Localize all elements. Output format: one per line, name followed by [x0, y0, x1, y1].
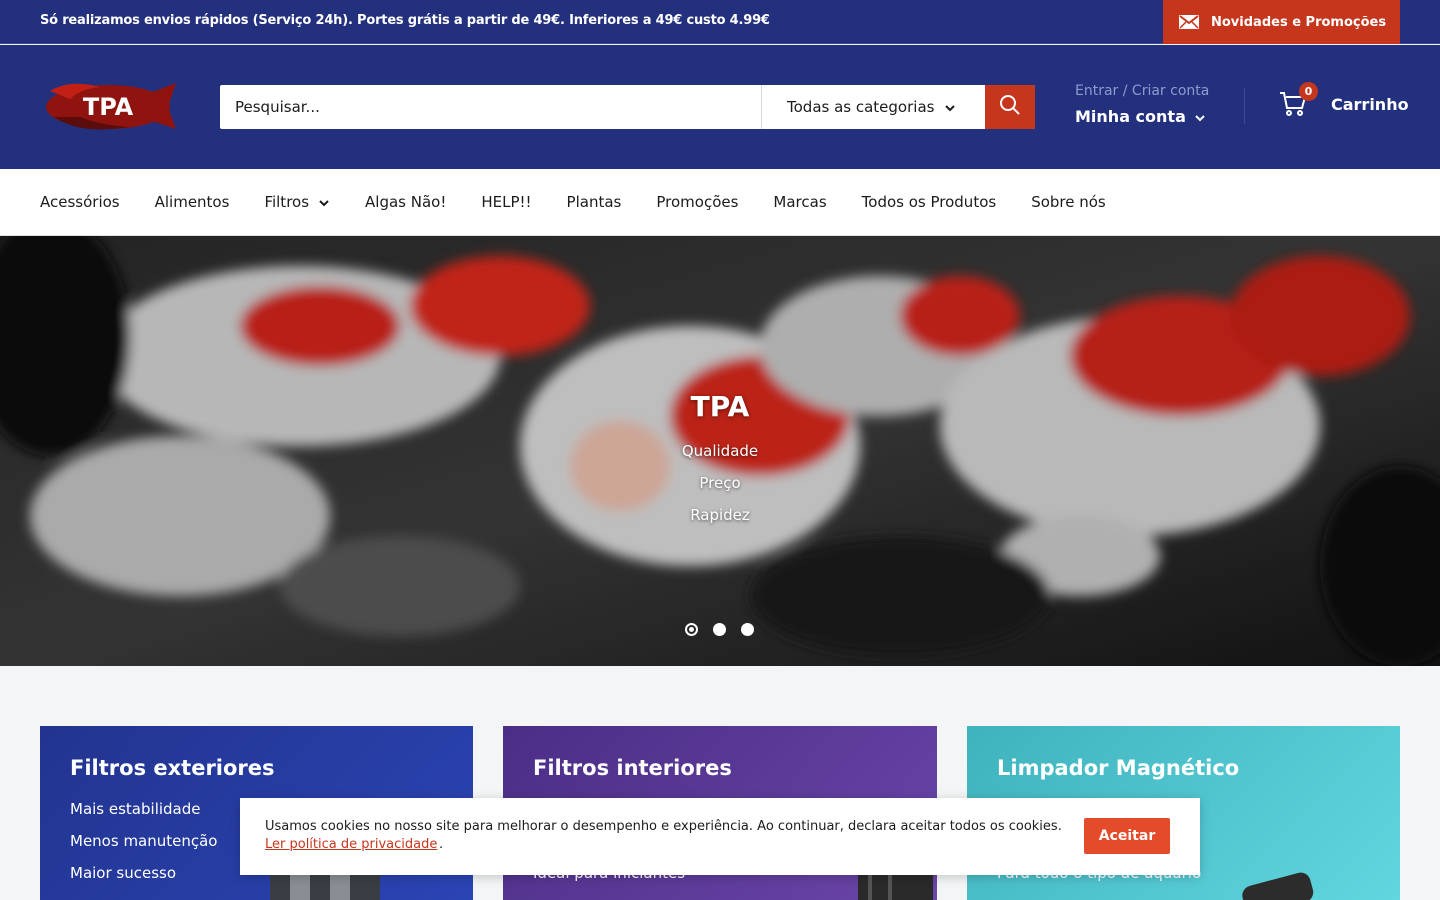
chevron-down-icon — [318, 193, 330, 211]
chevron-down-icon — [1194, 107, 1206, 126]
slide-dot-1[interactable] — [685, 623, 698, 636]
nav-item-filtros[interactable]: Filtros — [264, 193, 330, 211]
cart-button[interactable]: 0 Carrinho — [1279, 82, 1409, 118]
cookie-banner: Usamos cookies no nosso site para melhor… — [240, 798, 1200, 875]
nav-item-help[interactable]: HELP!! — [481, 193, 531, 211]
category-select[interactable]: Todas as categorias — [761, 85, 985, 129]
card-title: Limpador Magnético — [997, 756, 1240, 780]
cookie-period: . — [439, 837, 444, 852]
slide-dot-3[interactable] — [741, 623, 754, 636]
nav-item-promocoes[interactable]: Promoções — [656, 193, 738, 211]
cookie-text: Usamos cookies no nosso site para melhor… — [265, 819, 1062, 834]
news-promotions-label: Novidades e Promoções — [1211, 14, 1387, 30]
nav-item-algas-nao[interactable]: Algas Não! — [365, 193, 446, 211]
cart-count-badge: 0 — [1299, 82, 1318, 101]
cart-label: Carrinho — [1331, 94, 1409, 114]
nav-item-sobre-nos[interactable]: Sobre nós — [1031, 193, 1106, 211]
slide-dot-2[interactable] — [713, 623, 726, 636]
header-divider — [1244, 88, 1245, 124]
accept-cookies-button[interactable]: Aceitar — [1084, 818, 1170, 854]
hero-line-price: Preço — [699, 474, 741, 492]
search-button[interactable] — [985, 85, 1035, 129]
nav-item-filtros-label: Filtros — [264, 193, 310, 211]
site-header: TPA Todas as categorias Entrar / Criar c… — [0, 45, 1440, 169]
slide-dots — [685, 623, 769, 636]
nav-item-plantas[interactable]: Plantas — [567, 193, 622, 211]
hero-title: TPA — [690, 390, 750, 423]
main-nav: Acessórios Alimentos Filtros Algas Não! … — [0, 169, 1440, 236]
hero-line-quality: Qualidade — [681, 442, 759, 460]
hero-slideshow[interactable]: TPA Qualidade Preço Rapidez — [0, 236, 1440, 666]
search-bar: Todas as categorias — [220, 85, 1035, 129]
logo-text: TPA — [83, 93, 134, 121]
announcement-text: Só realizamos envios rápidos (Serviço 24… — [40, 13, 770, 28]
magnet-cleaner-image — [1242, 872, 1314, 900]
card-title: Filtros interiores — [533, 756, 732, 780]
mail-icon — [1179, 15, 1199, 29]
tpa-logo[interactable]: TPA — [40, 77, 178, 137]
nav-item-alimentos[interactable]: Alimentos — [155, 193, 230, 211]
card-feature: Maior sucesso — [70, 864, 177, 882]
my-account-toggle[interactable]: Minha conta — [1075, 107, 1209, 126]
category-select-label: Todas as categorias — [787, 98, 935, 116]
chevron-down-icon — [944, 98, 956, 116]
search-icon — [999, 94, 1021, 120]
announcement-bar: Só realizamos envios rápidos (Serviço 24… — [0, 0, 1440, 44]
hero-line-speed: Rapidez — [690, 506, 750, 524]
nav-item-acessorios[interactable]: Acessórios — [40, 193, 120, 211]
filter-product-image — [858, 874, 933, 900]
search-input[interactable] — [220, 85, 761, 129]
account-menu[interactable]: Entrar / Criar conta Minha conta — [1075, 83, 1209, 126]
privacy-policy-link[interactable]: Ler política de privacidade — [265, 837, 437, 852]
card-title: Filtros exteriores — [70, 756, 275, 780]
cart-icon: 0 — [1279, 82, 1318, 118]
nav-item-todos-produtos[interactable]: Todos os Produtos — [862, 193, 997, 211]
card-feature: Menos manutenção — [70, 832, 218, 850]
news-promotions-button[interactable]: Novidades e Promoções — [1163, 0, 1400, 44]
card-feature: Mais estabilidade — [70, 800, 201, 818]
my-account-label: Minha conta — [1075, 107, 1186, 126]
nav-item-marcas[interactable]: Marcas — [773, 193, 826, 211]
login-link[interactable]: Entrar / Criar conta — [1075, 83, 1209, 99]
